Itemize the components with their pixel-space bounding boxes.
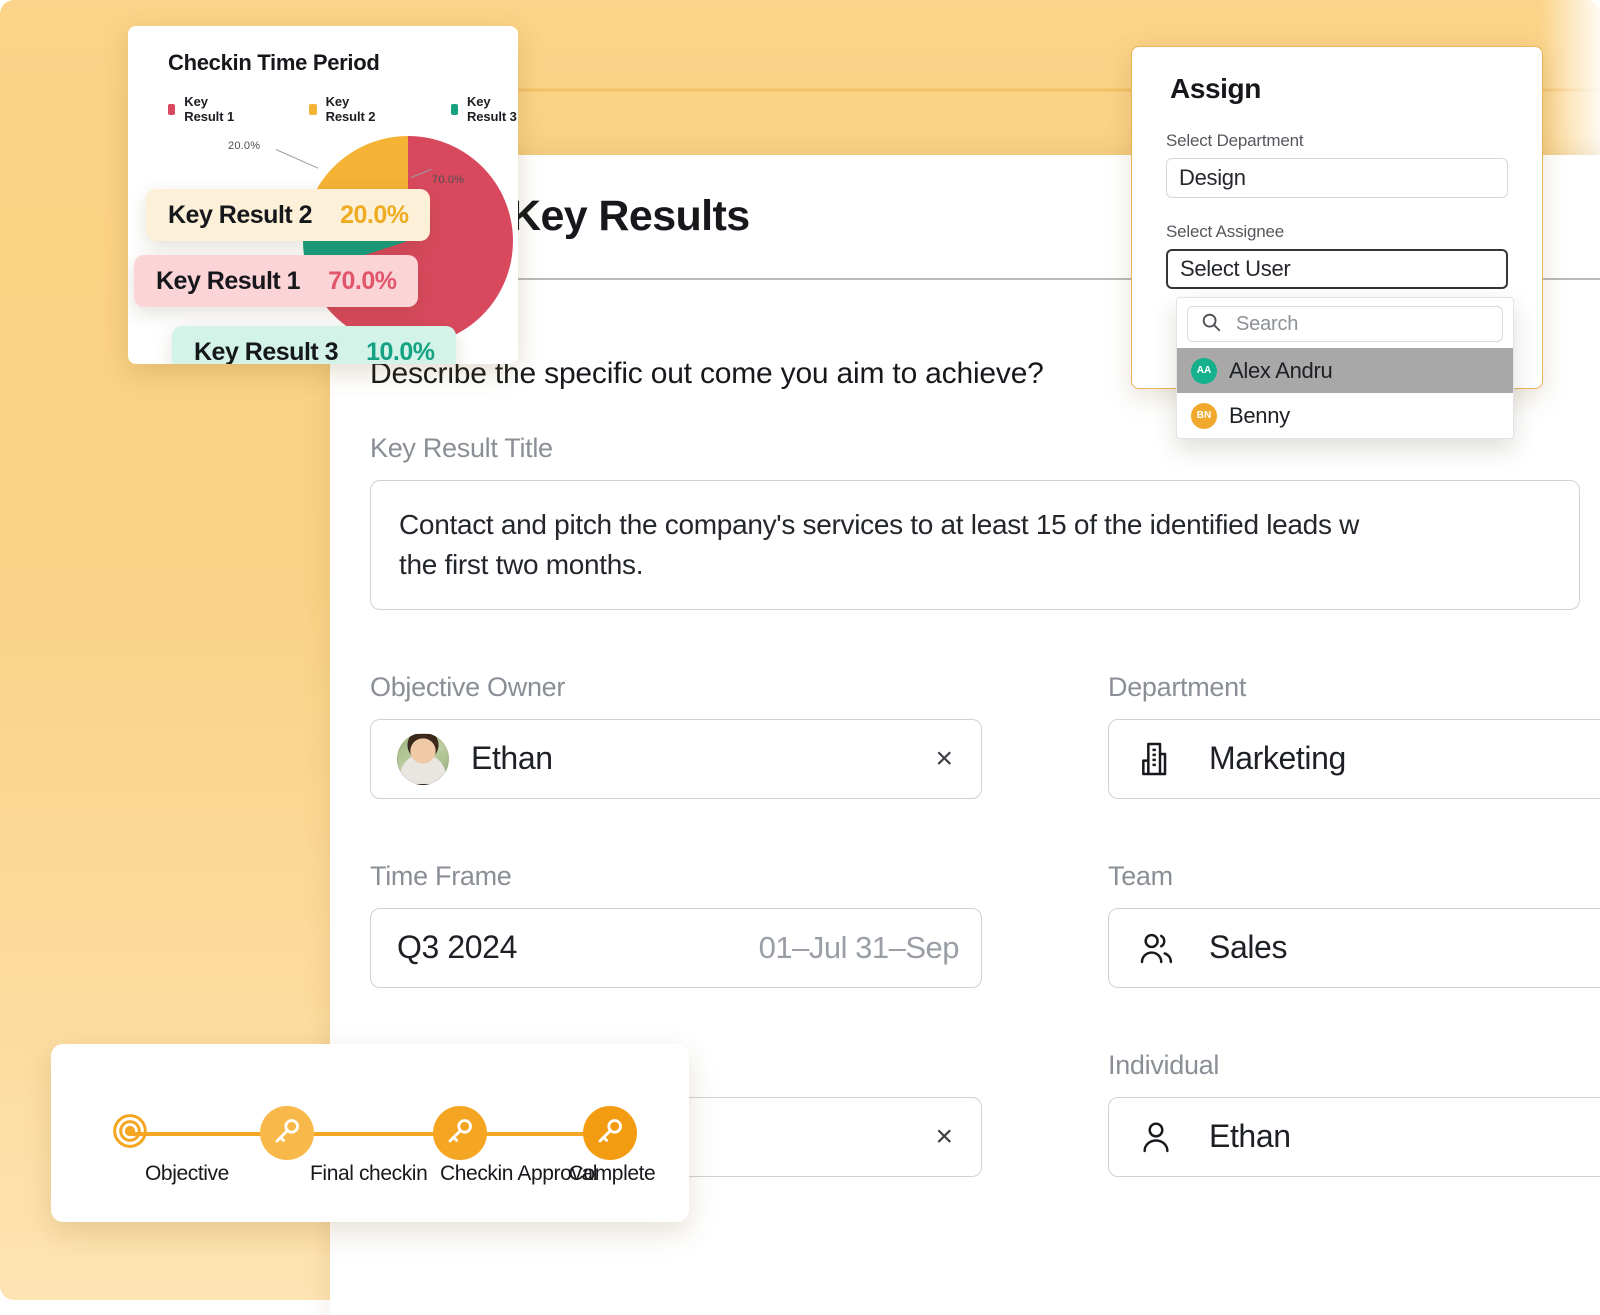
legend-swatch-icon (450, 103, 458, 115)
chart-title: Checkin Time Period (168, 50, 380, 75)
individual-value: Ethan (1209, 1118, 1291, 1154)
search-placeholder: Search (1236, 312, 1299, 335)
legend-swatch-icon (168, 103, 176, 115)
tooltip-name: Key Result 3 (194, 337, 339, 365)
time-frame-range: 01–Jul 31–Sep (758, 929, 960, 965)
legend-label: Key Result 1 (184, 94, 235, 124)
tooltip-value: 10.0% (366, 337, 435, 365)
pie-slice-label: 20.0% (228, 140, 261, 152)
pie-slice-label: 70.0% (432, 174, 465, 186)
user-initials-badge: BN (1191, 402, 1217, 429)
assign-assignee-group: Select Assignee Select User (1166, 222, 1508, 289)
legend-item[interactable]: Key Result 3 (450, 94, 518, 124)
step-label-objective: Objective (145, 1162, 229, 1185)
department-value: Marketing (1209, 740, 1346, 776)
key-icon (271, 1115, 303, 1152)
step-complete[interactable] (583, 1106, 637, 1160)
page-title: Key Results (510, 192, 750, 240)
select-department-label: Select Department (1166, 131, 1304, 150)
chart-legend: Key Result 1 Key Result 2 Key Result 3 (128, 76, 518, 124)
checkin-chart-card: Checkin Time Period Key Result 1 Key Res… (128, 26, 518, 364)
track-line (131, 1132, 609, 1136)
objective-owner-value: Ethan (471, 740, 553, 776)
tooltip-value: 20.0% (340, 200, 409, 229)
key-result-title-input[interactable]: Contact and pitch the company's services… (370, 480, 1580, 610)
stepper-track (103, 1106, 637, 1160)
time-frame-value: Q3 2024 (397, 929, 517, 965)
field-time-frame: Time Frame Q3 2024 01–Jul 31–Sep (370, 861, 982, 988)
user-name: Alex Andru (1229, 357, 1333, 383)
users-icon (1135, 927, 1187, 969)
clear-icon[interactable]: × (929, 740, 959, 778)
step-final-checkin[interactable] (260, 1106, 314, 1160)
workflow-stepper-card: Objective Final checkin Checkin Approval… (51, 1044, 689, 1222)
target-icon (110, 1111, 150, 1156)
tooltip-key-result-3: Key Result 3 10.0% (172, 326, 457, 365)
field-department: Department Marketing (1108, 672, 1600, 799)
legend-item[interactable]: Key Result 2 (309, 94, 376, 124)
key-icon (444, 1115, 476, 1152)
search-input[interactable]: Search (1187, 306, 1503, 342)
stepper-labels: Objective Final checkin Checkin Approval… (51, 1162, 689, 1202)
clear-icon[interactable]: × (929, 1118, 959, 1156)
objective-owner-label: Objective Owner (370, 671, 566, 702)
department-select[interactable]: Marketing (1108, 718, 1600, 799)
objective-owner-select[interactable]: Ethan × (370, 718, 982, 799)
user-icon (1135, 1116, 1187, 1158)
select-assignee-input[interactable]: Select User (1166, 249, 1508, 289)
team-label: Team (1108, 860, 1173, 891)
step-label-complete: Complete (568, 1162, 656, 1185)
field-individual: Individual Ethan (1108, 1050, 1600, 1177)
field-objective-owner: Objective Owner Ethan × (370, 672, 982, 799)
user-initials-badge: AA (1191, 357, 1217, 384)
legend-item[interactable]: Key Result 1 (168, 94, 235, 124)
step-label-final-checkin: Final checkin (310, 1162, 428, 1185)
user-name: Benny (1229, 402, 1290, 428)
assign-department-group: Select Department Design (1166, 131, 1508, 198)
search-icon (1200, 311, 1222, 338)
individual-label: Individual (1108, 1049, 1220, 1080)
tooltip-key-result-1: Key Result 1 70.0% (134, 255, 419, 307)
tooltip-name: Key Result 1 (156, 266, 301, 295)
legend-swatch-icon (309, 103, 317, 115)
tooltip-name: Key Result 2 (168, 200, 313, 229)
tooltip-key-result-2: Key Result 2 20.0% (146, 189, 431, 241)
row-timeframe-team: Time Frame Q3 2024 01–Jul 31–Sep Team Sa… (370, 861, 1600, 988)
time-frame-label: Time Frame (370, 860, 512, 891)
assignee-dropdown: Search AA Alex Andru BN Benny (1176, 297, 1514, 439)
building-icon (1135, 739, 1187, 779)
field-key-result-title: Key Result Title Contact and pitch the c… (370, 433, 1580, 610)
step-objective[interactable] (103, 1106, 157, 1160)
step-checkin-approval[interactable] (433, 1106, 487, 1160)
field-team: Team Sales (1108, 861, 1600, 988)
key-result-title-line1: Contact and pitch the company's services… (399, 509, 1360, 540)
time-frame-select[interactable]: Q3 2024 01–Jul 31–Sep (370, 907, 982, 988)
user-option-alex-andru[interactable]: AA Alex Andru (1177, 348, 1513, 393)
department-label: Department (1108, 671, 1247, 702)
team-select[interactable]: Sales (1108, 907, 1600, 988)
pie-chart (303, 136, 513, 346)
legend-label: Key Result 3 (466, 94, 517, 124)
assign-body: Select Department Design Select Assignee… (1132, 131, 1542, 289)
legend-label: Key Result 2 (325, 94, 376, 124)
key-icon (594, 1115, 626, 1152)
select-department-input[interactable]: Design (1166, 158, 1508, 198)
row-owner-department: Objective Owner Ethan × Department Marke… (370, 672, 1600, 799)
select-assignee-label: Select Assignee (1166, 222, 1284, 241)
pie-chart-area: 20.0% 70.0% 10.0% (128, 126, 518, 356)
tooltip-value: 70.0% (328, 266, 397, 295)
leader-line (275, 149, 319, 169)
avatar (397, 732, 449, 785)
key-result-title-line2: the first two months. (399, 548, 644, 580)
team-value: Sales (1209, 929, 1288, 965)
user-option-benny[interactable]: BN Benny (1177, 393, 1513, 438)
assign-title: Assign (1170, 73, 1261, 104)
individual-select[interactable]: Ethan (1108, 1096, 1600, 1177)
